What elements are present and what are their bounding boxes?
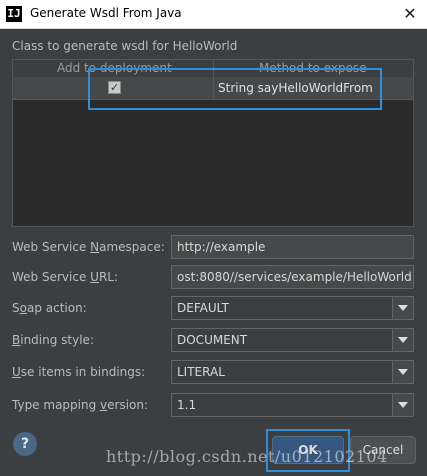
namespace-field[interactable]: http://example [171,235,414,259]
type-mapping-label: Type mapping version: [12,398,149,412]
use-items-label: Use items in bindings: [12,365,146,379]
soap-action-select[interactable]: DEFAULT [171,296,414,320]
soap-action-value: DEFAULT [177,301,229,315]
soap-action-label: Soap action: [12,301,87,315]
chevron-down-icon[interactable] [392,394,413,416]
type-mapping-value: 1.1 [177,398,197,412]
chevron-down-icon[interactable] [392,329,413,351]
binding-style-value: DOCUMENT [177,333,248,347]
use-items-value: LITERAL [177,365,225,379]
watermark-url: http://blog.csdn.net/u012102104 [106,447,388,466]
title-bar: IJ Generate Wsdl From Java ✕ [0,0,427,29]
use-items-select[interactable]: LITERAL [171,360,414,384]
url-label: Web Service URL: [12,270,119,284]
close-icon[interactable]: ✕ [398,3,422,25]
binding-style-label: Binding style: [12,333,94,347]
binding-style-select[interactable]: DOCUMENT [171,328,414,352]
url-field[interactable]: ost:8080//services/example/HelloWorld [171,265,414,289]
intellij-app-icon: IJ [6,6,22,22]
namespace-label: Web Service Namespace: [12,240,165,254]
chevron-down-icon[interactable] [392,361,413,383]
chevron-down-icon[interactable] [392,297,413,319]
row-highlight-annotation [88,68,382,110]
help-icon[interactable]: ? [13,432,37,456]
type-mapping-select[interactable]: 1.1 [171,393,414,417]
window-title: Generate Wsdl From Java [30,6,182,20]
class-section-label: Class to generate wsdl for HelloWorld [12,39,238,53]
